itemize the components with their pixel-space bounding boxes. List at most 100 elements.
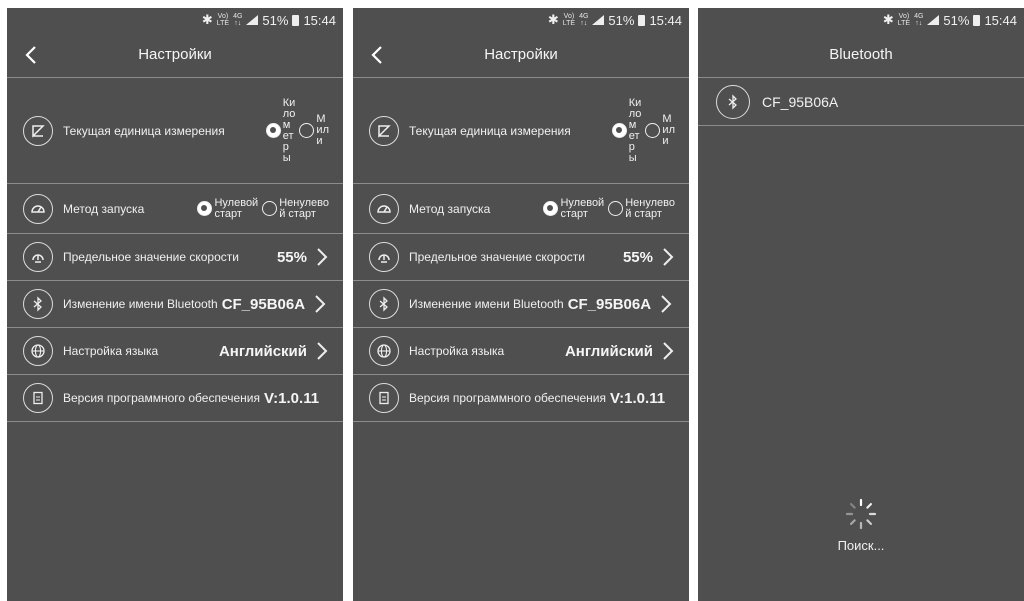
start-method-label: Метод запуска — [409, 201, 491, 216]
start-method-row: Метод запуска Нулевой старт Ненулево й с… — [353, 184, 689, 234]
battery-percent: 51% — [943, 12, 970, 28]
version-value: V:1.0.11 — [264, 389, 320, 407]
volte-indicator: Vo) LTE — [562, 13, 576, 27]
bluetooth-icon — [369, 289, 399, 319]
zero-start-label: Нулевой старт — [560, 196, 605, 220]
back-arrow-icon[interactable] — [365, 42, 391, 68]
volte-indicator: Vo) LTE — [897, 13, 911, 27]
battery-percent: 51% — [262, 12, 289, 28]
status-bar: ✱ Vo) LTE 4G ↑↓ 51% 15:44 — [7, 8, 343, 32]
language-row[interactable]: Настройка языка Английский — [7, 328, 343, 375]
clock: 15:44 — [303, 12, 336, 28]
speed-limit-label: Предельное значение скорости — [63, 250, 239, 264]
status-bar: ✱ Vo) LTE 4G ↑↓ 51% 15:44 — [353, 8, 689, 32]
page-title: Bluetooth — [829, 46, 893, 63]
gauge-icon — [369, 242, 399, 272]
version-label: Версия программного обеспечения — [63, 391, 260, 405]
speed-limit-value: 55% — [622, 248, 653, 266]
start-radio-group: Нулевой старт Ненулево й старт — [197, 196, 329, 220]
network-indicator: 4G ↑↓ — [233, 13, 243, 27]
radio-miles[interactable]: М ил и — [645, 114, 675, 147]
language-row[interactable]: Настройка языка Английский — [353, 328, 689, 375]
language-label: Настройка языка — [409, 344, 505, 358]
settings-screen-1: ✱ Vo) LTE 4G ↑↓ 51% 15:44 Настройки Текуща… — [7, 8, 343, 601]
unit-label: Текущая единица измерения — [63, 123, 225, 138]
speed-limit-label: Предельное значение скорости — [409, 250, 585, 264]
ruler-icon — [23, 115, 53, 146]
miles-label: М ил и — [316, 113, 329, 147]
start-method-row: Метод запуска Нулевой старт Ненулево й с… — [7, 184, 343, 234]
back-arrow-icon[interactable] — [19, 42, 45, 68]
bluetooth-name-value: CF_95B06A — [567, 295, 652, 313]
volte-indicator: Vo) LTE — [216, 13, 230, 27]
bluetooth-status-icon: ✱ — [201, 12, 213, 27]
radio-zero-start-dot[interactable] — [543, 201, 559, 216]
nonzero-start-label: Ненулево й старт — [625, 196, 675, 220]
radio-zero-start-dot[interactable] — [197, 201, 213, 216]
page-title: Настройки — [138, 46, 212, 63]
chevron-right-icon — [315, 295, 326, 313]
radio-nonzero-start[interactable]: Ненулево й старт — [608, 196, 675, 220]
chevron-right-icon — [317, 342, 328, 360]
radio-nonzero-start-dot[interactable] — [262, 201, 278, 216]
battery-icon — [638, 14, 646, 26]
radio-kilometers[interactable]: Ки ло м ет р ы — [265, 96, 296, 164]
unit-radio-group: Ки ло м ет р ы М ил и — [265, 96, 329, 164]
radio-miles-dot[interactable] — [645, 123, 661, 138]
language-label: Настройка языка — [63, 344, 159, 358]
document-icon — [23, 383, 53, 413]
battery-icon — [973, 14, 981, 26]
globe-icon — [23, 336, 53, 366]
radio-zero-start[interactable]: Нулевой старт — [197, 196, 259, 220]
radio-kilometers-dot[interactable] — [265, 123, 281, 138]
bluetooth-device-item[interactable]: CF_95B06A — [698, 78, 1024, 126]
bluetooth-icon — [23, 289, 53, 319]
signal-icon — [927, 15, 940, 25]
speed-limit-row[interactable]: Предельное значение скорости 55% — [353, 234, 689, 281]
kilometers-label: Ки ло м ет р ы — [282, 96, 296, 164]
radio-miles[interactable]: М ил и — [299, 114, 329, 147]
ruler-icon — [369, 115, 399, 146]
settings-screen-2: ✱ Vo) LTE 4G ↑↓ 51% 15:44 Настройки Текуща… — [353, 8, 689, 601]
radio-zero-start[interactable]: Нулевой старт — [543, 196, 605, 220]
speed-limit-row[interactable]: Предельное значение скорости 55% — [7, 234, 343, 281]
bluetooth-name-label: Изменение имени Bluetooth — [409, 297, 564, 311]
signal-icon — [592, 15, 605, 25]
device-name: CF_95B06A — [762, 93, 839, 110]
bluetooth-icon — [716, 84, 750, 119]
bluetooth-status-icon: ✱ — [882, 12, 894, 27]
radio-miles-dot[interactable] — [299, 123, 315, 138]
chevron-right-icon — [317, 248, 328, 266]
language-value: Английский — [564, 342, 653, 360]
speedometer-icon — [23, 193, 53, 224]
start-radio-group: Нулевой старт Ненулево й старт — [543, 196, 675, 220]
zero-start-label: Нулевой старт — [214, 196, 259, 220]
language-value: Английский — [218, 342, 307, 360]
chevron-right-icon — [663, 248, 674, 266]
network-indicator: 4G ↑↓ — [914, 13, 924, 27]
status-bar: ✱ Vo) LTE 4G ↑↓ 51% 15:44 — [698, 8, 1024, 32]
searching-label: Поиск... — [837, 538, 885, 553]
page-title: Настройки — [484, 46, 558, 63]
kilometers-label: Ки ло м ет р ы — [628, 96, 642, 164]
unit-setting-row: Текущая единица измерения Ки ло м ет р ы… — [7, 78, 343, 184]
bluetooth-status-icon: ✱ — [547, 12, 559, 27]
battery-icon — [292, 14, 300, 26]
nonzero-start-label: Ненулево й старт — [279, 196, 329, 220]
radio-nonzero-start-dot[interactable] — [608, 201, 624, 216]
clock: 15:44 — [984, 12, 1017, 28]
speedometer-icon — [369, 193, 399, 224]
bluetooth-name-row[interactable]: Изменение имени Bluetooth CF_95B06A — [353, 281, 689, 328]
network-indicator: 4G ↑↓ — [579, 13, 589, 27]
battery-percent: 51% — [608, 12, 635, 28]
version-label: Версия программного обеспечения — [409, 391, 606, 405]
bluetooth-screen: ✱ Vo) LTE 4G ↑↓ 51% 15:44 Bluetooth CF_95B… — [698, 8, 1024, 601]
bluetooth-name-row[interactable]: Изменение имени Bluetooth CF_95B06A — [7, 281, 343, 328]
globe-icon — [369, 336, 399, 366]
radio-kilometers-dot[interactable] — [611, 123, 627, 138]
radio-kilometers[interactable]: Ки ло м ет р ы — [611, 96, 642, 164]
app-bar: Bluetooth — [698, 32, 1024, 78]
radio-nonzero-start[interactable]: Ненулево й старт — [262, 196, 329, 220]
version-row: Версия программного обеспечения V:1.0.11 — [353, 375, 689, 422]
version-value: V:1.0.11 — [610, 389, 666, 407]
